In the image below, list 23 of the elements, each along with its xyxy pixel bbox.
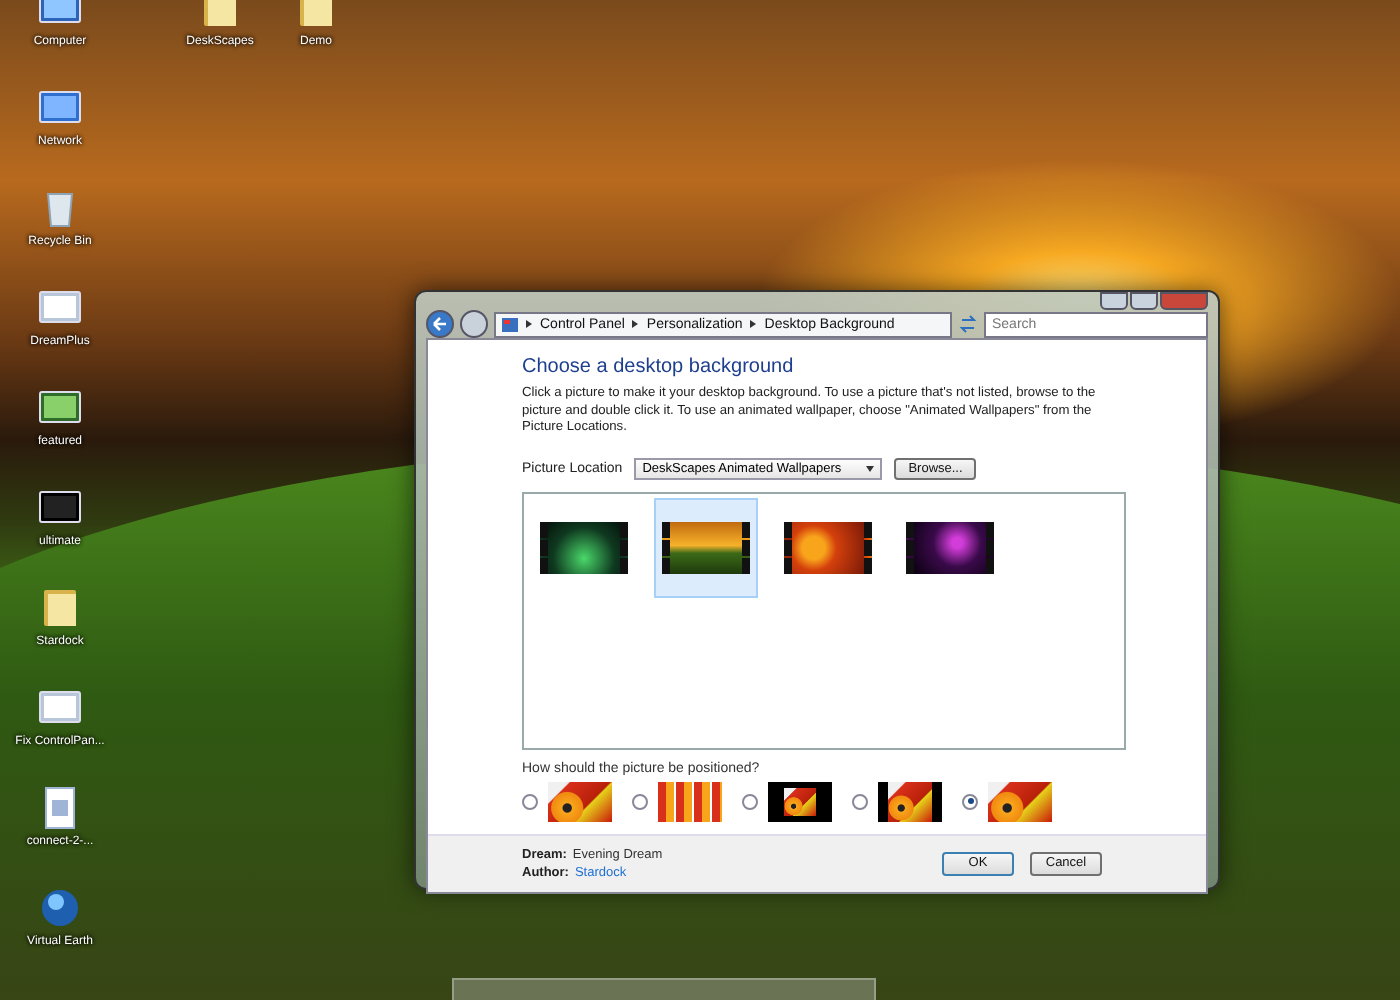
position-preview[interactable] [878, 781, 942, 822]
position-preview[interactable] [768, 781, 832, 822]
video-thumbnail [662, 521, 750, 574]
radio-button[interactable] [522, 793, 538, 810]
radio-button[interactable] [852, 793, 868, 810]
minimize-button[interactable] [1100, 292, 1128, 310]
back-arrow-icon [432, 316, 448, 332]
back-button[interactable] [426, 310, 454, 338]
position-preview[interactable] [988, 781, 1052, 822]
forward-button[interactable] [460, 310, 488, 338]
globe-icon[interactable] [36, 884, 84, 932]
video-thumbnail [540, 521, 628, 574]
wallpaper-tile[interactable] [654, 497, 758, 598]
video-thumbnail [784, 521, 872, 574]
video-thumbnail [906, 521, 994, 574]
control-panel-icon [502, 317, 518, 331]
page-heading: Choose a desktop background [522, 356, 796, 378]
position-preview[interactable] [548, 781, 612, 822]
maximize-button[interactable] [1130, 292, 1158, 310]
refresh-icon[interactable] [958, 314, 978, 334]
radio-button[interactable] [742, 793, 758, 810]
radio-button[interactable] [962, 793, 978, 810]
radio-button[interactable] [632, 793, 648, 810]
